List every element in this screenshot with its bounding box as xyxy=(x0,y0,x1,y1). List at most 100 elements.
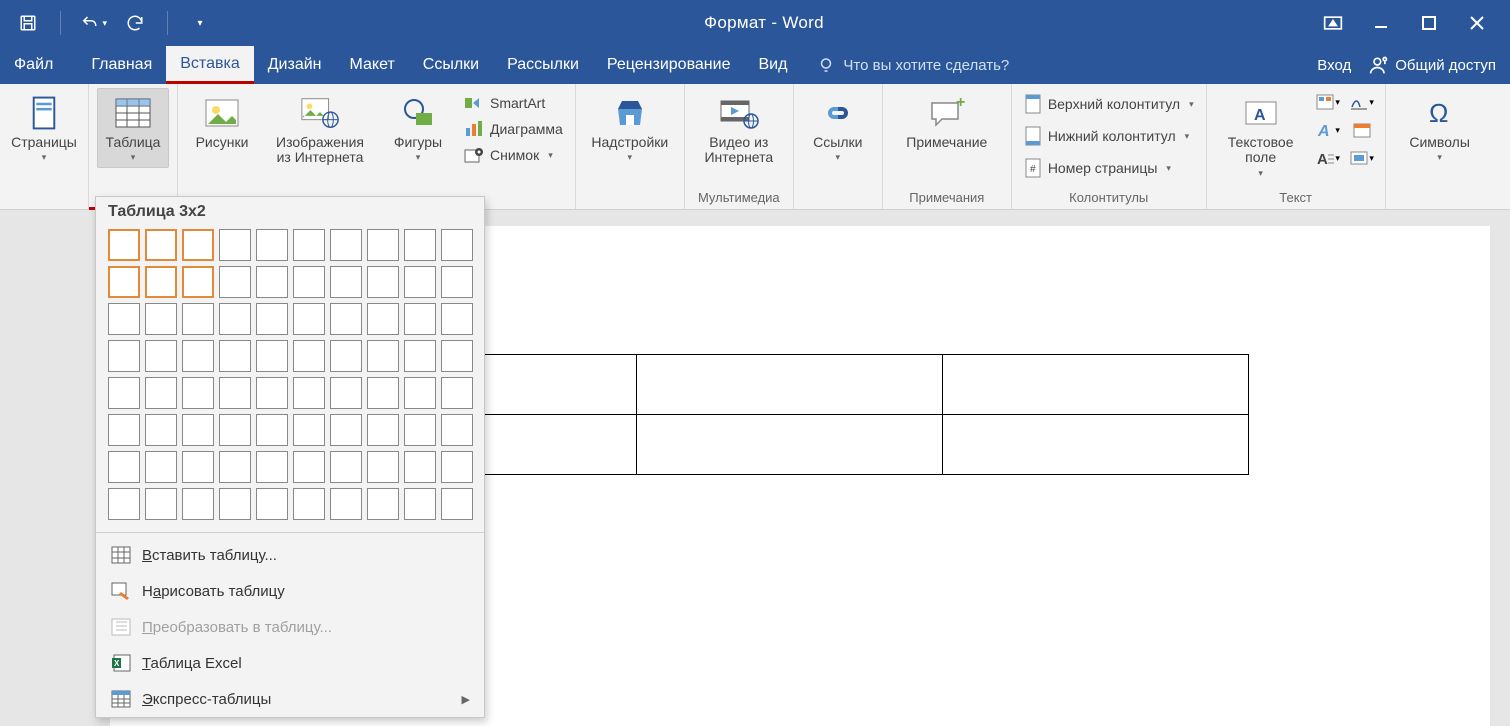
grid-cell[interactable] xyxy=(330,414,362,446)
grid-cell[interactable] xyxy=(293,414,325,446)
textbox-button[interactable]: A Текстовое поле ▾ xyxy=(1215,88,1307,184)
grid-cell[interactable] xyxy=(108,414,140,446)
share-button[interactable]: Общий доступ xyxy=(1369,55,1496,75)
ribbon-display-options[interactable] xyxy=(1318,10,1348,36)
grid-cell[interactable] xyxy=(219,266,251,298)
tab-insert[interactable]: Вставка xyxy=(166,46,253,84)
addins-button[interactable]: Надстройки ▾ xyxy=(584,88,676,168)
tab-file[interactable]: Файл xyxy=(0,46,67,84)
grid-cell[interactable] xyxy=(404,340,436,372)
symbols-button[interactable]: Ω Символы ▾ xyxy=(1394,88,1486,168)
grid-cell[interactable] xyxy=(145,451,177,483)
grid-cell[interactable] xyxy=(145,266,177,298)
grid-cell[interactable] xyxy=(182,451,214,483)
grid-cell[interactable] xyxy=(293,266,325,298)
grid-cell[interactable] xyxy=(256,451,288,483)
grid-cell[interactable] xyxy=(108,340,140,372)
grid-cell[interactable] xyxy=(404,377,436,409)
grid-cell[interactable] xyxy=(182,377,214,409)
grid-cell[interactable] xyxy=(330,488,362,520)
grid-cell[interactable] xyxy=(404,266,436,298)
grid-cell[interactable] xyxy=(145,340,177,372)
tab-mailings[interactable]: Рассылки xyxy=(493,46,593,84)
grid-cell[interactable] xyxy=(256,488,288,520)
grid-cell[interactable] xyxy=(219,488,251,520)
table-size-grid[interactable] xyxy=(96,229,484,528)
signature-button[interactable]: ▾ xyxy=(1347,90,1377,114)
grid-cell[interactable] xyxy=(219,229,251,261)
grid-cell[interactable] xyxy=(256,303,288,335)
tab-view[interactable]: Вид xyxy=(744,46,801,84)
grid-cell[interactable] xyxy=(256,229,288,261)
grid-cell[interactable] xyxy=(256,340,288,372)
quick-tables-item[interactable]: Экспресс-таблицы ▶ xyxy=(96,681,484,717)
save-button[interactable] xyxy=(14,9,42,37)
minimize-button[interactable] xyxy=(1366,10,1396,36)
sign-in-link[interactable]: Вход xyxy=(1317,57,1351,74)
grid-cell[interactable] xyxy=(219,377,251,409)
pictures-button[interactable]: Рисунки xyxy=(186,88,258,155)
page-number-button[interactable]: # Номер страницы xyxy=(1020,156,1198,180)
tab-home[interactable]: Главная xyxy=(77,46,166,84)
grid-cell[interactable] xyxy=(293,451,325,483)
grid-cell[interactable] xyxy=(108,488,140,520)
comment-button[interactable]: + Примечание xyxy=(891,88,1003,155)
grid-cell[interactable] xyxy=(293,229,325,261)
grid-cell[interactable] xyxy=(367,488,399,520)
grid-cell[interactable] xyxy=(219,340,251,372)
grid-cell[interactable] xyxy=(330,266,362,298)
grid-cell[interactable] xyxy=(441,229,473,261)
grid-cell[interactable] xyxy=(145,488,177,520)
draw-table-item[interactable]: Нарисовать таблицу xyxy=(96,573,484,609)
grid-cell[interactable] xyxy=(108,451,140,483)
grid-cell[interactable] xyxy=(441,488,473,520)
grid-cell[interactable] xyxy=(441,451,473,483)
grid-cell[interactable] xyxy=(330,451,362,483)
grid-cell[interactable] xyxy=(145,414,177,446)
grid-cell[interactable] xyxy=(404,303,436,335)
footer-button[interactable]: Нижний колонтитул xyxy=(1020,124,1198,148)
grid-cell[interactable] xyxy=(219,303,251,335)
grid-cell[interactable] xyxy=(367,266,399,298)
grid-cell[interactable] xyxy=(367,414,399,446)
tab-design[interactable]: Дизайн xyxy=(254,46,336,84)
grid-cell[interactable] xyxy=(367,229,399,261)
tell-me-search[interactable]: Что вы хотите сделать? xyxy=(801,46,1009,84)
grid-cell[interactable] xyxy=(367,451,399,483)
chart-button[interactable]: Диаграмма xyxy=(460,118,567,140)
grid-cell[interactable] xyxy=(256,377,288,409)
qat-customize-button[interactable]: ▾ xyxy=(186,9,214,37)
quick-parts-button[interactable]: ▾ xyxy=(1313,90,1343,114)
tab-references[interactable]: Ссылки xyxy=(409,46,493,84)
grid-cell[interactable] xyxy=(404,451,436,483)
grid-cell[interactable] xyxy=(256,266,288,298)
grid-cell[interactable] xyxy=(441,340,473,372)
grid-cell[interactable] xyxy=(182,488,214,520)
grid-cell[interactable] xyxy=(108,229,140,261)
screenshot-button[interactable]: Снимок xyxy=(460,144,567,166)
grid-cell[interactable] xyxy=(293,377,325,409)
excel-table-item[interactable]: X Таблица Excel xyxy=(96,645,484,681)
grid-cell[interactable] xyxy=(367,303,399,335)
grid-cell[interactable] xyxy=(330,377,362,409)
grid-cell[interactable] xyxy=(404,414,436,446)
grid-cell[interactable] xyxy=(108,377,140,409)
grid-cell[interactable] xyxy=(145,303,177,335)
links-button[interactable]: Ссылки ▾ xyxy=(802,88,874,168)
grid-cell[interactable] xyxy=(330,340,362,372)
grid-cell[interactable] xyxy=(293,340,325,372)
online-pictures-button[interactable]: Изображения из Интернета xyxy=(264,88,376,171)
object-button[interactable]: ▾ xyxy=(1347,146,1377,170)
smartart-button[interactable]: SmartArt xyxy=(460,92,567,114)
grid-cell[interactable] xyxy=(441,414,473,446)
grid-cell[interactable] xyxy=(108,266,140,298)
grid-cell[interactable] xyxy=(219,451,251,483)
grid-cell[interactable] xyxy=(182,340,214,372)
close-button[interactable] xyxy=(1462,10,1492,36)
maximize-button[interactable] xyxy=(1414,10,1444,36)
grid-cell[interactable] xyxy=(330,303,362,335)
grid-cell[interactable] xyxy=(404,488,436,520)
grid-cell[interactable] xyxy=(367,340,399,372)
online-video-button[interactable]: Видео из Интернета xyxy=(693,88,785,171)
grid-cell[interactable] xyxy=(182,229,214,261)
